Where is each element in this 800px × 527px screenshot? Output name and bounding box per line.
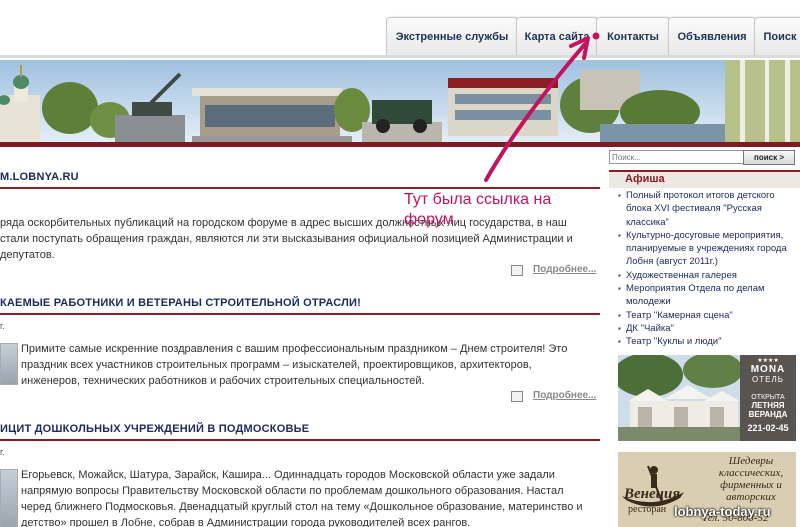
article-title[interactable]: КАЕМЫЕ РАБОТНИКИ И ВЕТЕРАНЫ СТРОИТЕЛЬНОЙ…	[0, 297, 600, 309]
right-sidebar: поиск > Афиша Полный протокол итогов дет…	[606, 147, 800, 527]
read-more-link[interactable]: Подробнее...	[533, 264, 596, 275]
afisha-header: Афиша	[609, 170, 800, 188]
mona-hotel-ad[interactable]: ★★★★ MONA ОТЕЛЬ ОТКРЫТА ЛЕТНЯЯ ВЕРАНДА 2…	[618, 355, 796, 441]
afisha-item[interactable]: ДК "Чайка"	[606, 322, 800, 336]
mona-sub: ОТЕЛЬ	[752, 375, 784, 384]
mona-ad-panel: ★★★★ MONA ОТЕЛЬ ОТКРЫТА ЛЕТНЯЯ ВЕРАНДА 2…	[740, 355, 796, 441]
read-more-link[interactable]: Подробнее...	[533, 390, 596, 401]
title-underline	[0, 439, 600, 441]
afisha-item[interactable]: Театр "Камерная сцена"	[606, 309, 800, 323]
venezia-text: Шедевры классических, фирменных и авторс…	[718, 455, 784, 503]
read-more-icon[interactable]	[511, 265, 523, 276]
article-thumbnail[interactable]	[0, 343, 18, 385]
afisha-title: Афиша	[625, 173, 665, 185]
tab-emergency-services[interactable]: Экстренные службы	[386, 17, 518, 56]
afisha-item[interactable]: Культурно-досуговые мероприятия, планиру…	[606, 229, 800, 269]
mona-phone: 221-02-45	[747, 423, 789, 433]
venezia-name: Венеция	[624, 486, 681, 502]
news-article: ИЦИТ ДОШКОЛЬНЫХ УЧРЕЖДЕНИЙ В ПОДМОСКОВЬЕ	[0, 423, 600, 441]
search-button[interactable]: поиск >	[743, 150, 795, 165]
afisha-item[interactable]: Мероприятия Отдела по делам молодежи	[606, 282, 800, 309]
article-title[interactable]: M.LOBNYA.RU	[0, 171, 600, 183]
article-date: г.	[0, 447, 5, 457]
article-text: Примите самые искренние поздравления с в…	[21, 343, 568, 387]
title-underline	[0, 313, 600, 315]
annotation-note: Тут была ссылка на форум	[404, 191, 552, 228]
tab-search[interactable]: Поиск	[754, 17, 800, 56]
article-thumbnail[interactable]	[0, 469, 18, 527]
mona-brand: MONA	[750, 364, 786, 375]
mona-line2: ЛЕТНЯЯ	[751, 401, 785, 410]
mona-line3: ВЕРАНДА	[748, 410, 788, 419]
news-article: КАЕМЫЕ РАБОТНИКИ И ВЕТЕРАНЫ СТРОИТЕЛЬНОЙ…	[0, 297, 600, 315]
afisha-item[interactable]: Художественная галерея	[606, 269, 800, 283]
article-date: г.	[0, 321, 5, 331]
site-watermark: lobnya-today.ru	[674, 504, 771, 519]
stars-icon: ★★★★	[757, 358, 779, 364]
read-more-icon[interactable]	[511, 391, 523, 402]
title-underline	[0, 187, 600, 189]
afisha-item[interactable]: Театр "Куклы и люди"	[606, 335, 800, 349]
news-article: M.LOBNYA.RU	[0, 171, 600, 189]
afisha-item[interactable]: Полный протокол итогов детского блока XV…	[606, 189, 800, 229]
mona-line1: ОТКРЫТА	[751, 394, 785, 401]
search-input[interactable]	[609, 150, 745, 164]
tab-site-map[interactable]: Карта сайта	[516, 17, 598, 56]
article-text: Егорьевск, Можайск, Шатура, Зарайск, Каш…	[21, 469, 583, 527]
afisha-list: Полный протокол итогов детского блока XV…	[606, 189, 800, 349]
header-banner	[0, 60, 800, 142]
nav-underline	[0, 55, 800, 58]
tab-announcements[interactable]: Объявления	[668, 17, 756, 56]
article-title[interactable]: ИЦИТ ДОШКОЛЬНЫХ УЧРЕЖДЕНИЙ В ПОДМОСКОВЬЕ	[0, 423, 600, 435]
venezia-sub: ресторан	[628, 504, 667, 515]
tab-contacts[interactable]: Контакты	[596, 17, 670, 56]
top-navigation: Экстренные службы Карта сайта Контакты О…	[0, 0, 800, 60]
